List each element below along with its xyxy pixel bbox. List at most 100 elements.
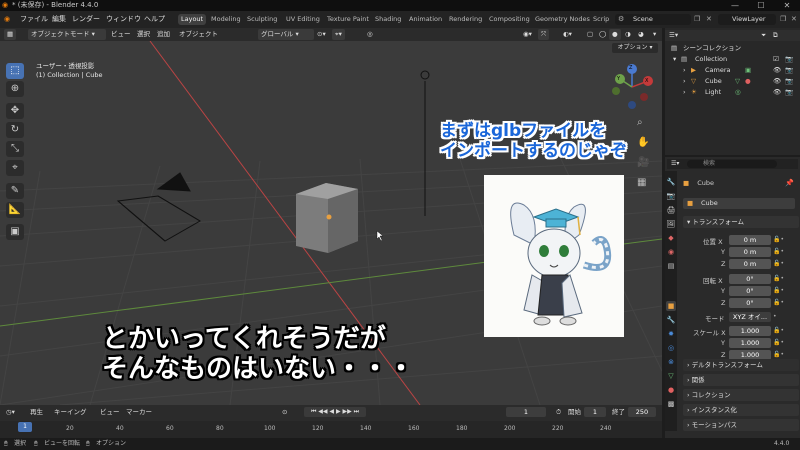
tab-shading[interactable]: Shading xyxy=(372,14,404,25)
shading-options-icon[interactable]: ▾ xyxy=(650,29,659,40)
lock-icon[interactable]: 🔓• xyxy=(773,247,784,257)
location-x-field[interactable]: 0 m xyxy=(729,235,771,245)
keyframe-dot-icon[interactable]: • xyxy=(773,312,777,322)
relations-section[interactable]: › 関係 xyxy=(683,374,799,386)
cursor-tool[interactable]: ⊕ xyxy=(6,81,24,97)
xray-icon[interactable]: ▢ xyxy=(584,29,596,40)
tab-sculpting[interactable]: Sculpting xyxy=(244,14,280,25)
filter-icon[interactable]: ⏷ xyxy=(761,30,766,41)
visibility-eye-icon[interactable]: 👁 xyxy=(773,87,781,98)
rotation-x-field[interactable]: 0° xyxy=(729,274,771,284)
expand-icon[interactable]: › xyxy=(683,87,686,98)
outliner-item-light[interactable]: › ☀ Light ◎ 👁 📷 xyxy=(665,87,800,98)
instancing-section[interactable]: › インスタンス化 xyxy=(683,404,799,416)
tab-modifiers[interactable]: 🔧 xyxy=(666,315,676,325)
zoom-icon[interactable]: ⌕ xyxy=(637,117,643,128)
lock-icon[interactable]: 🔓• xyxy=(773,338,784,348)
expand-icon[interactable]: › xyxy=(683,65,686,76)
viewlayer-selector[interactable]: ViewLayer xyxy=(718,14,776,25)
shading-wire-icon[interactable]: ◯ xyxy=(596,29,609,40)
properties-search[interactable]: 検索 xyxy=(687,160,777,168)
menu-window[interactable]: ウィンドウ xyxy=(106,11,141,28)
menu-keying[interactable]: キーイング xyxy=(54,407,87,417)
scale-x-field[interactable]: 1.000 xyxy=(729,326,771,336)
properties-editor-icon[interactable]: ☰▾ xyxy=(671,159,679,169)
tab-constraints[interactable]: ⊗ xyxy=(666,357,676,367)
scale-y-field[interactable]: 1.000 xyxy=(729,338,771,348)
add-cube-tool[interactable]: ▣ xyxy=(6,224,24,240)
tab-texture-paint[interactable]: Texture Paint xyxy=(324,14,372,25)
lock-icon[interactable]: 🔓• xyxy=(773,326,784,336)
cube-object[interactable] xyxy=(296,183,358,253)
visibility-icon[interactable]: ◉▾ xyxy=(520,29,535,40)
camera-render-icon[interactable]: 📷 xyxy=(785,65,793,76)
lock-icon[interactable]: 🔓• xyxy=(773,298,784,308)
new-collection-icon[interactable]: ⧉ xyxy=(773,30,778,41)
tab-collection[interactable]: ▤ xyxy=(666,261,676,271)
scene-copy-icon[interactable]: ❐ xyxy=(694,14,700,25)
outliner-item-collection[interactable]: ▾ ▤ Collection ☑ 📷 xyxy=(665,54,800,65)
outliner-editor-icon[interactable]: ☰▾ xyxy=(669,30,678,41)
camera-view-icon[interactable]: 🎥 xyxy=(637,157,649,168)
shading-solid-icon[interactable]: ● xyxy=(609,29,621,40)
start-frame-field[interactable]: 1 xyxy=(584,407,606,417)
object-name-field[interactable]: ■ Cube xyxy=(683,198,795,209)
auto-keying-icon[interactable]: ⊙ xyxy=(282,407,287,417)
collections-section[interactable]: › コレクション xyxy=(683,389,799,401)
minimize-button[interactable]: — xyxy=(722,0,748,11)
camera-object[interactable] xyxy=(116,172,201,242)
light-object[interactable] xyxy=(420,70,430,216)
timeline-editor-icon[interactable]: ◷▾ xyxy=(6,407,15,417)
menu-add[interactable]: 追加 xyxy=(154,29,173,40)
scene-selector[interactable]: ⚙ Scene xyxy=(615,14,691,25)
perspective-toggle-icon[interactable]: ▦ xyxy=(637,177,646,188)
expand-icon[interactable]: ▾ xyxy=(673,54,676,65)
tab-scripting[interactable]: Scrip xyxy=(590,14,612,25)
close-button[interactable]: ✕ xyxy=(774,0,800,11)
scene-remove-icon[interactable]: ✕ xyxy=(706,14,712,25)
tab-compositing[interactable]: Compositing xyxy=(486,14,533,25)
rotation-z-field[interactable]: 0° xyxy=(729,298,771,308)
tab-output[interactable]: 🖨 xyxy=(666,205,676,215)
lock-icon[interactable]: 🔓• xyxy=(773,274,784,284)
menu-view[interactable]: ビュー xyxy=(108,29,134,40)
shading-rendered-icon[interactable]: ◕ xyxy=(635,29,647,40)
menu-render[interactable]: レンダー xyxy=(72,11,100,28)
transform-section-header[interactable]: ▾ トランスフォーム xyxy=(683,216,799,228)
pivot-icon[interactable]: ⊙▾ xyxy=(314,29,329,40)
camera-render-icon[interactable]: 📷 xyxy=(785,76,793,87)
editor-type-icon[interactable]: ▦ xyxy=(4,29,17,40)
camera-render-icon[interactable]: 📷 xyxy=(785,87,793,98)
checkbox-icon[interactable]: ☑ xyxy=(773,54,779,65)
menu-object[interactable]: オブジェクト xyxy=(176,29,221,40)
mode-selector[interactable]: オブジェクトモード ▾ xyxy=(28,29,106,40)
menu-edit[interactable]: 編集 xyxy=(52,11,66,28)
delta-transform-section[interactable]: › デルタトランスフォーム xyxy=(683,359,799,371)
transform-tool[interactable]: ⌖ xyxy=(6,160,24,176)
blender-menu-icon[interactable]: ◉ xyxy=(4,11,10,28)
rotation-mode-dropdown[interactable]: XYZ オイ... xyxy=(729,312,771,322)
maximize-button[interactable]: ☐ xyxy=(748,0,774,11)
snap-icon[interactable]: ⌖▾ xyxy=(332,29,345,40)
rotate-tool[interactable]: ↻ xyxy=(6,122,24,138)
select-box-tool[interactable]: ⬚ xyxy=(6,63,24,79)
outliner-item-cube[interactable]: › ▽ Cube ▽ ● 👁 📷 xyxy=(665,76,800,87)
menu-help[interactable]: ヘルプ xyxy=(144,11,165,28)
viewlayer-copy-icon[interactable]: ❐ xyxy=(780,14,786,25)
tab-tool[interactable]: 🔧 xyxy=(666,177,676,187)
tab-scene[interactable]: ◆ xyxy=(666,233,676,243)
lock-icon[interactable]: 🔓• xyxy=(773,235,784,245)
scale-tool[interactable]: ⤡ xyxy=(6,141,24,157)
motion-paths-section[interactable]: › モーションパス xyxy=(683,419,799,431)
tab-particles[interactable]: ✸ xyxy=(666,329,676,339)
playback-controls[interactable]: ⏮ ◀◀ ◀ ▶ ▶▶ ⏭ xyxy=(304,407,366,417)
lock-icon[interactable]: 🔓• xyxy=(773,259,784,269)
camera-render-icon[interactable]: 📷 xyxy=(785,54,793,65)
menu-file[interactable]: ファイル xyxy=(20,11,48,28)
overlay-icon[interactable]: ◐▾ xyxy=(560,29,575,40)
scene-collection-row[interactable]: ▤ シーンコレクション xyxy=(665,43,800,54)
measure-tool[interactable]: 📐 xyxy=(6,202,24,218)
menu-timeline-view[interactable]: ビュー xyxy=(100,407,120,417)
expand-icon[interactable]: › xyxy=(683,76,686,87)
menu-select[interactable]: 選択 xyxy=(134,29,153,40)
